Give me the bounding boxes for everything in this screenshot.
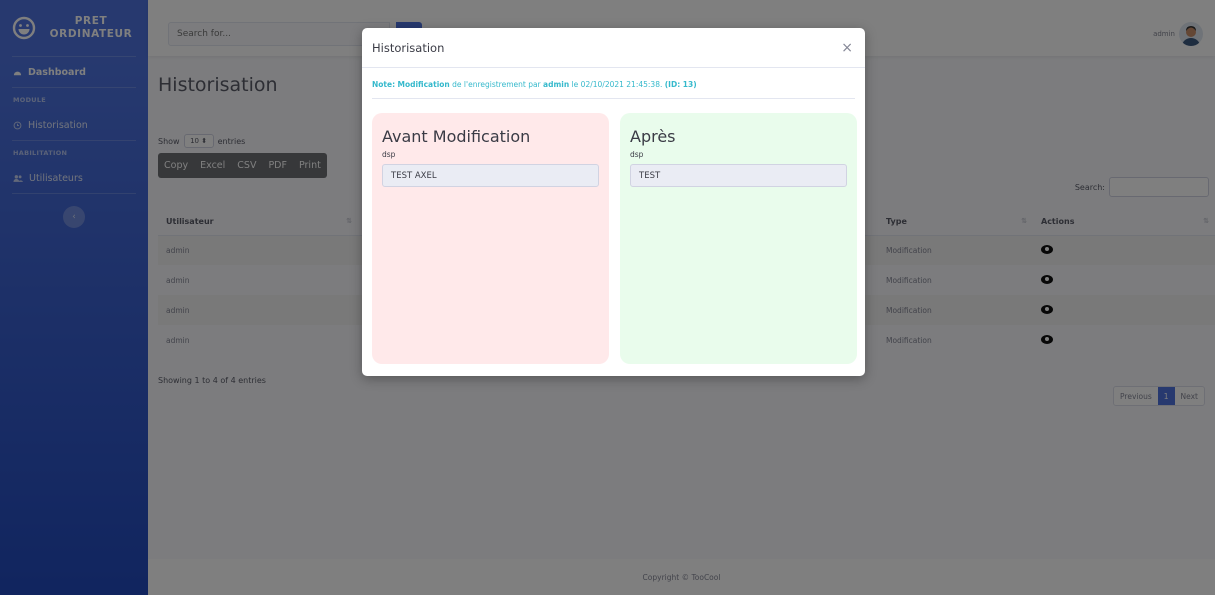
after-title: Après [630, 127, 676, 146]
comparison-panels: Avant Modification dsp TEST AXEL Après d… [372, 113, 857, 364]
before-value-field: TEST AXEL [382, 164, 599, 187]
before-title: Avant Modification [382, 127, 531, 146]
field-label: dsp [382, 150, 396, 159]
close-icon[interactable]: × [841, 40, 853, 56]
before-panel: Avant Modification dsp TEST AXEL [372, 113, 609, 364]
field-label: dsp [630, 150, 644, 159]
after-panel: Après dsp TEST [620, 113, 857, 364]
after-value-field: TEST [630, 164, 847, 187]
modal-title: Historisation [372, 40, 445, 55]
modification-note: Note: Modification de l'enregistrement p… [372, 80, 855, 99]
history-modal: Historisation × Note: Modification de l'… [362, 28, 865, 376]
modal-header: Historisation × [362, 28, 865, 68]
